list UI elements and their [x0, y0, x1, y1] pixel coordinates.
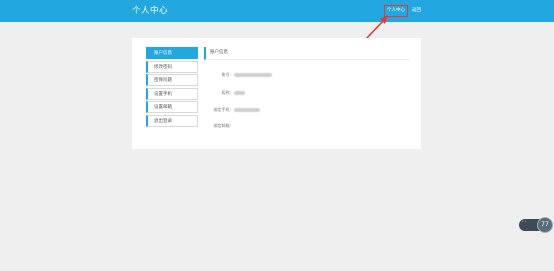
floating-widget[interactable]: • • 77	[519, 217, 553, 233]
sidebar-item-set-email[interactable]: 设置邮箱	[146, 101, 198, 113]
page-title: 个人中心	[132, 6, 169, 16]
back-link[interactable]: 返回	[412, 6, 421, 16]
top-header: 个人中心 个人中心 返回	[0, 0, 554, 22]
widget-dots-icon: • •	[522, 219, 527, 223]
phone-label: 绑定手机:	[213, 107, 231, 112]
redacted-value	[234, 108, 261, 112]
email-label: 绑定邮箱:	[213, 123, 231, 128]
sidebar-item-set-phone[interactable]: 设置手机	[146, 87, 198, 100]
account-label: 账号:	[221, 72, 231, 77]
phone-row: 绑定手机:	[204, 106, 261, 114]
nickname-label: 昵称:	[221, 90, 231, 95]
nickname-row: 昵称:	[204, 89, 246, 97]
personal-center-link[interactable]: 个人中心	[384, 5, 408, 17]
sidebar-item-security-question[interactable]: 密保问题	[146, 74, 198, 86]
sidebar-item-logout[interactable]: 退出登录	[146, 114, 198, 127]
account-row: 账号:	[204, 71, 273, 79]
account-content: 账户信息 账号: 昵称: 绑定手机: 绑定邮箱:	[204, 47, 410, 128]
account-panel: 账户信息 修改密码 密保问题 设置手机 设置邮箱 退出登录 账户信息 账号: 昵…	[132, 38, 421, 149]
sidebar-item-change-password[interactable]: 修改密码	[146, 60, 198, 73]
redacted-value	[234, 73, 273, 77]
sidebar-item-account-info[interactable]: 账户信息	[146, 47, 198, 59]
widget-circle[interactable]: 77	[537, 217, 553, 233]
redacted-value	[234, 91, 246, 95]
section-title: 账户信息	[204, 47, 410, 60]
email-row: 绑定邮箱:	[204, 122, 233, 130]
sidebar-menu: 账户信息 修改密码 密保问题 设置手机 设置邮箱 退出登录	[146, 47, 198, 128]
